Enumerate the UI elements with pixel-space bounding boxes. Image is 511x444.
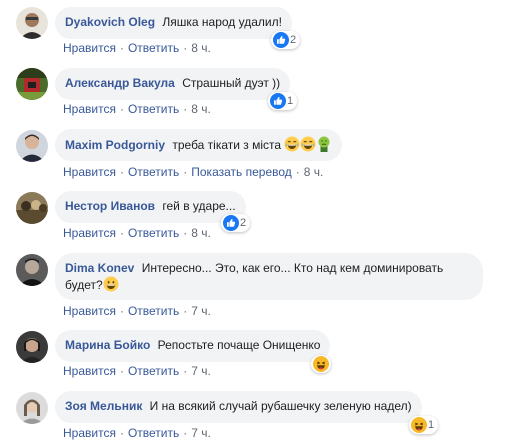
like-icon: [223, 215, 239, 231]
reply-link[interactable]: Ответить: [128, 426, 179, 440]
comment-text: треба тікати з міста: [172, 138, 282, 152]
comment-bubble: Александр Вакула Страшный дуэт )): [55, 68, 291, 100]
comment-time[interactable]: 7 ч.: [191, 426, 211, 440]
comment-text: Ляшка народ удалил!: [162, 15, 282, 29]
comment-bubble: Maxim Podgorniy треба тікати з міста: [55, 129, 343, 161]
comment-text: Репостьте почаще Онищенко: [157, 338, 321, 352]
comment-bubble: Марина Бойко Репостьте почаще Онищенко: [55, 330, 331, 362]
avatar[interactable]: [16, 68, 48, 100]
like-link[interactable]: Нравится: [63, 41, 116, 55]
comment-actions: Нравится · Ответить · Показать перевод · 8 ч.: [63, 165, 324, 179]
avatar[interactable]: [16, 392, 48, 424]
reply-link[interactable]: Ответить: [128, 41, 179, 55]
reply-link[interactable]: Ответить: [128, 304, 179, 318]
comment-author[interactable]: Dyakovich Oleg: [65, 15, 155, 29]
like-link[interactable]: Нравится: [63, 364, 116, 378]
haha-icon: [313, 356, 329, 372]
like-link[interactable]: Нравится: [63, 304, 116, 318]
like-icon: [273, 32, 289, 48]
comment-actions: Нравится · Ответить · 7 ч.: [63, 426, 211, 440]
like-link[interactable]: Нравится: [63, 165, 116, 179]
grinning-emoji-icon: [103, 276, 119, 292]
comment-actions: Нравится · Ответить · 8 ч.: [63, 41, 211, 55]
comment-author[interactable]: Зоя Мельник: [65, 399, 142, 413]
reaction-count[interactable]: 2: [221, 214, 251, 232]
like-link[interactable]: Нравится: [63, 226, 116, 240]
nauseated-emoji-icon: [316, 136, 332, 152]
comment-text: Страшный дуэт )): [182, 76, 281, 90]
comment-actions: Нравится · Ответить · 7 ч.: [63, 304, 211, 318]
comment-author[interactable]: Александр Вакула: [65, 76, 175, 90]
avatar[interactable]: [16, 254, 48, 286]
comment-text: И на всякий случай рубашечку зеленую над…: [149, 399, 412, 413]
comment-bubble: Нестор Иванов гей в ударе...: [55, 191, 246, 223]
comment-author[interactable]: Dima Konev: [65, 261, 134, 275]
comment-actions: Нравится · Ответить · 8 ч.: [63, 226, 211, 240]
reaction-count[interactable]: 1: [268, 92, 298, 110]
avatar[interactable]: [16, 192, 48, 224]
like-icon: [270, 93, 286, 109]
haha-icon: [411, 417, 427, 433]
comment-time[interactable]: 8 ч.: [191, 226, 211, 240]
avatar[interactable]: [16, 331, 48, 363]
comment-author[interactable]: Нестор Иванов: [65, 199, 155, 213]
reaction-count[interactable]: 1: [409, 416, 439, 434]
comment-actions: Нравится · Ответить · 7 ч.: [63, 364, 211, 378]
like-link[interactable]: Нравится: [63, 426, 116, 440]
comment-bubble: Зоя Мельник И на всякий случай рубашечку…: [55, 391, 422, 423]
reaction-count[interactable]: [311, 355, 331, 373]
comment-bubble: Dyakovich Oleg Ляшка народ удалил!: [55, 7, 292, 39]
comment-text: Интересно... Это, как его... Кто над кем…: [141, 261, 444, 275]
reply-link[interactable]: Ответить: [128, 364, 179, 378]
comment-time[interactable]: 7 ч.: [191, 304, 211, 318]
avatar[interactable]: [16, 130, 48, 162]
comment-actions: Нравится · Ответить · 8 ч.: [63, 102, 211, 116]
like-link[interactable]: Нравится: [63, 102, 116, 116]
comment-author[interactable]: Maxim Podgorniy: [65, 138, 165, 152]
comment-time[interactable]: 8 ч.: [191, 41, 211, 55]
reply-link[interactable]: Ответить: [128, 102, 179, 116]
reply-link[interactable]: Ответить: [128, 165, 179, 179]
reaction-count[interactable]: 2: [271, 31, 301, 49]
comment-time[interactable]: 8 ч.: [304, 165, 324, 179]
avatar[interactable]: [16, 7, 48, 39]
comment-time[interactable]: 8 ч.: [191, 102, 211, 116]
comment-time[interactable]: 7 ч.: [191, 364, 211, 378]
reply-link[interactable]: Ответить: [128, 226, 179, 240]
laughing-emoji-icon: [284, 136, 300, 152]
comment-text: гей в ударе...: [162, 199, 236, 213]
comment-author[interactable]: Марина Бойко: [65, 338, 150, 352]
translate-link[interactable]: Показать перевод: [191, 165, 292, 179]
comment-bubble: Dima Konev Интересно... Это, как его... …: [55, 253, 483, 300]
comment-text: будет?: [65, 278, 103, 292]
laughing-emoji-icon: [300, 136, 316, 152]
